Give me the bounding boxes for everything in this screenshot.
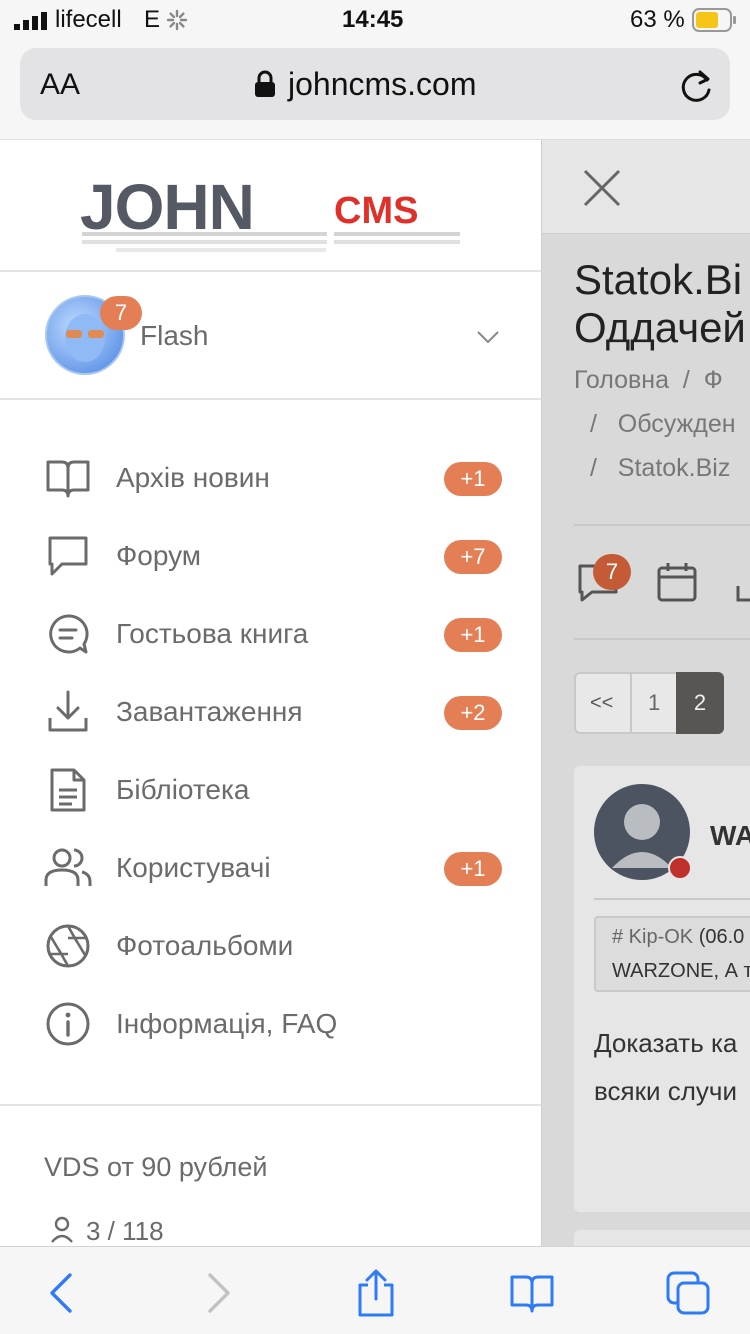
notification-badge: 7 bbox=[593, 554, 631, 590]
logo-sub-text: CMS bbox=[334, 190, 419, 232]
menu-item-label: Завантаження bbox=[116, 696, 303, 727]
forward-icon[interactable] bbox=[194, 1269, 242, 1317]
menu-item-badge: +1 bbox=[444, 852, 502, 886]
menu-item-badge: +7 bbox=[444, 540, 502, 574]
signal-icon bbox=[14, 12, 47, 30]
menu-item-guestbook[interactable]: Гостьова книга +1 bbox=[0, 596, 541, 674]
breadcrumb-item[interactable]: Statok.Biz bbox=[618, 454, 731, 482]
menu-item-label: Користувачі bbox=[116, 852, 271, 883]
network-type: E bbox=[144, 6, 161, 33]
menu-item-badge: +1 bbox=[444, 618, 502, 652]
menu-item-info-faq[interactable]: Інформація, FAQ bbox=[0, 986, 541, 1064]
chat-icon bbox=[48, 536, 88, 576]
page-title: Statok.Bi Оддачей bbox=[574, 256, 746, 351]
username: Flash bbox=[140, 320, 209, 351]
online-count: 3 / 118 bbox=[86, 1216, 164, 1246]
breadcrumb-row: / Обсужден bbox=[590, 410, 736, 438]
back-icon[interactable] bbox=[38, 1269, 86, 1317]
page-behind-drawer: Statok.Bi Оддачей Головна / Ф / Обсужден… bbox=[542, 140, 750, 1246]
carrier-name: lifecell bbox=[55, 6, 122, 33]
menu-item-news-archive[interactable]: Архів новин +1 bbox=[0, 440, 541, 518]
address-bar[interactable]: AA johncms.com bbox=[20, 48, 730, 120]
divider bbox=[0, 1104, 541, 1106]
bookmarks-icon[interactable] bbox=[508, 1269, 556, 1317]
download-icon bbox=[48, 690, 88, 732]
share-icon[interactable] bbox=[352, 1269, 400, 1317]
info-icon bbox=[46, 1002, 90, 1046]
loading-spinner-icon bbox=[166, 9, 188, 31]
divider bbox=[574, 638, 750, 640]
users-icon bbox=[44, 848, 92, 886]
post-body-line: всяки случи bbox=[594, 1076, 737, 1106]
battery-icon bbox=[692, 8, 736, 32]
advert-link[interactable]: VDS от 90 рублей bbox=[44, 1152, 267, 1183]
browser-header: AA johncms.com bbox=[0, 40, 750, 140]
menu-item-label: Архів новин bbox=[116, 462, 270, 493]
menu-item-photo-albums[interactable]: Фотоальбоми bbox=[0, 908, 541, 986]
quote-author[interactable]: # Kip-OK bbox=[612, 926, 693, 948]
camera-aperture-icon bbox=[46, 924, 90, 968]
divider bbox=[574, 524, 750, 526]
lock-icon bbox=[255, 70, 275, 97]
menu-item-label: Фотоальбоми bbox=[116, 930, 294, 961]
avatar[interactable] bbox=[594, 784, 694, 884]
url-text[interactable]: johncms.com bbox=[288, 66, 477, 103]
guestbook-icon bbox=[49, 614, 89, 654]
status-bar: lifecell E 14:45 63 % bbox=[0, 0, 750, 40]
document-icon bbox=[50, 768, 86, 812]
pagination-prev[interactable]: << bbox=[590, 692, 613, 715]
pagination-current[interactable]: 2 bbox=[676, 672, 724, 734]
post-author[interactable]: WA bbox=[710, 820, 750, 852]
menu-item-label: Форум bbox=[116, 540, 202, 571]
page-header bbox=[542, 140, 750, 234]
breadcrumb-item[interactable]: Ф bbox=[704, 366, 723, 394]
side-drawer: JOHN CMS 7 Flash Архів новин +1 Форум +7… bbox=[0, 140, 542, 1246]
download-icon[interactable] bbox=[734, 572, 750, 604]
breadcrumb-home[interactable]: Головна bbox=[574, 366, 669, 394]
text-size-button[interactable]: AA bbox=[40, 68, 80, 102]
notification-badge: 7 bbox=[100, 296, 142, 330]
reload-icon[interactable] bbox=[680, 68, 714, 104]
breadcrumb-item[interactable]: Обсужден bbox=[618, 410, 736, 438]
close-icon[interactable] bbox=[582, 168, 622, 208]
breadcrumb-row: / Statok.Biz bbox=[590, 454, 731, 482]
user-icon bbox=[51, 1216, 73, 1243]
menu-item-library[interactable]: Бібліотека bbox=[0, 752, 541, 830]
menu-item-badge: +2 bbox=[444, 696, 502, 730]
menu-item-downloads[interactable]: Завантаження +2 bbox=[0, 674, 541, 752]
quote-date: (06.0 bbox=[698, 926, 745, 948]
menu-item-forum[interactable]: Форум +7 bbox=[0, 518, 541, 596]
book-open-icon bbox=[46, 460, 90, 498]
pagination-page[interactable]: 1 bbox=[648, 690, 660, 716]
quote-text: WARZONE, А т bbox=[612, 960, 750, 982]
menu-item-users[interactable]: Користувачі +1 bbox=[0, 830, 541, 908]
post-card: WA # Kip-OK (06.0 WARZONE, А т Доказать … bbox=[574, 766, 750, 1212]
tabs-icon[interactable] bbox=[664, 1269, 712, 1317]
clock: 14:45 bbox=[342, 6, 404, 33]
quote-block: # Kip-OK (06.0 WARZONE, А т bbox=[594, 916, 750, 992]
site-logo[interactable]: JOHN CMS bbox=[80, 171, 464, 256]
menu-item-label: Бібліотека bbox=[116, 774, 250, 805]
battery-percent: 63 % bbox=[630, 6, 685, 33]
user-profile-toggle[interactable]: 7 Flash bbox=[0, 272, 541, 398]
chevron-down-icon bbox=[477, 331, 499, 344]
calendar-icon[interactable] bbox=[656, 560, 698, 604]
breadcrumb: Головна / Ф bbox=[574, 366, 723, 394]
post-card bbox=[574, 1230, 750, 1246]
post-body-line: Доказать ка bbox=[594, 1028, 738, 1058]
menu-item-label: Інформація, FAQ bbox=[116, 1008, 338, 1039]
browser-toolbar bbox=[0, 1246, 750, 1334]
divider bbox=[0, 398, 541, 400]
menu-item-badge: +1 bbox=[444, 462, 502, 496]
menu-item-label: Гостьова книга bbox=[116, 618, 309, 649]
